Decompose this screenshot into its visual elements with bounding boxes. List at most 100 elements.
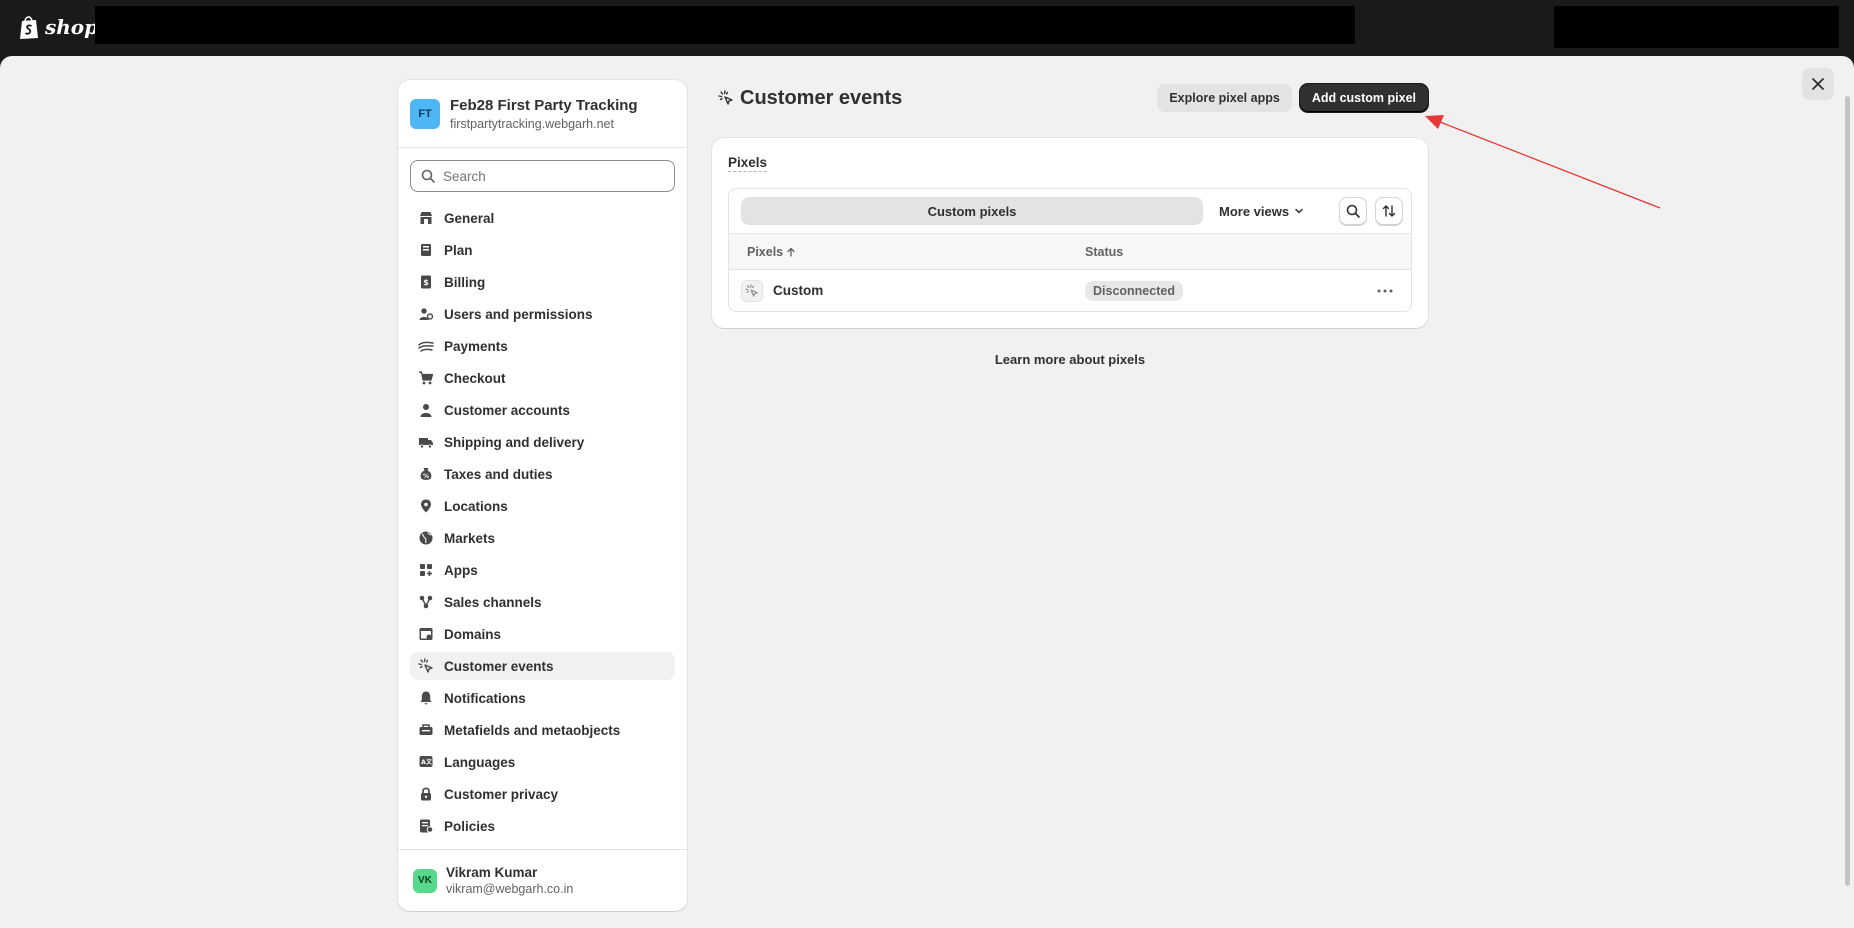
sidebar-item-users-and-permissions[interactable]: Users and permissions	[410, 300, 675, 328]
sidebar-item-apps[interactable]: Apps	[410, 556, 675, 584]
settings-search[interactable]	[410, 160, 675, 192]
sidebar-item-plan[interactable]: Plan	[410, 236, 675, 264]
sidebar-item-label: Shipping and delivery	[444, 434, 585, 450]
sidebar-item-billing[interactable]: $ Billing	[410, 268, 675, 296]
search-input[interactable]	[443, 168, 643, 184]
tax-icon: %	[418, 466, 434, 482]
sidebar-item-label: Payments	[444, 338, 508, 354]
sidebar-item-label: General	[444, 210, 495, 226]
store-icon	[418, 210, 434, 226]
svg-text:$: $	[423, 278, 429, 287]
sidebar-item-label: Taxes and duties	[444, 466, 553, 482]
sidebar-item-payments[interactable]: Payments	[410, 332, 675, 360]
add-custom-pixel-button[interactable]: Add custom pixel	[1299, 84, 1428, 112]
pixel-icon	[741, 279, 763, 302]
sidebar-item-customer-events[interactable]: Customer events	[410, 652, 675, 680]
globe-icon	[418, 530, 434, 546]
location-icon	[418, 498, 434, 514]
sidebar-item-label: Apps	[444, 562, 478, 578]
domain-icon	[418, 626, 434, 642]
sidebar-item-label: Users and permissions	[444, 306, 593, 322]
sidebar-item-locations[interactable]: Locations	[410, 492, 675, 520]
user-email: vikram@webgarh.co.in	[446, 882, 574, 896]
cart-icon	[418, 370, 434, 386]
arrow-up-icon	[787, 247, 795, 257]
svg-text:%: %	[423, 473, 429, 480]
sidebar-item-shipping-and-delivery[interactable]: Shipping and delivery	[410, 428, 675, 456]
metafields-icon	[418, 722, 434, 738]
sidebar-item-markets[interactable]: Markets	[410, 524, 675, 552]
table-header: Pixels Status	[729, 234, 1411, 270]
lock-icon	[418, 786, 434, 802]
sidebar-item-languages[interactable]: A 文 Languages	[410, 748, 675, 776]
settings-modal: FT Feb28 First Party Tracking firstparty…	[0, 56, 1854, 928]
table-actions	[1339, 197, 1403, 225]
top-bar: shopif	[0, 0, 1854, 56]
sidebar-item-general[interactable]: General	[410, 204, 675, 232]
table-row[interactable]: Custom Disconnected	[729, 270, 1411, 311]
sidebar-item-label: Metafields and metaobjects	[444, 722, 621, 738]
sidebar-item-label: Markets	[444, 530, 496, 546]
more-views-dropdown[interactable]: More views	[1211, 204, 1313, 219]
search-filter-button[interactable]	[1339, 197, 1367, 225]
sidebar-item-checkout[interactable]: Checkout	[410, 364, 675, 392]
close-button[interactable]	[1802, 68, 1834, 100]
languages-icon: A文	[418, 754, 434, 770]
views-bar: Custom pixels More views	[729, 189, 1411, 234]
avatar: VK	[413, 868, 437, 893]
sidebar-item-sales-channels[interactable]: Sales channels	[410, 588, 675, 616]
sidebar-item-label: Notifications	[444, 690, 526, 706]
store-switcher[interactable]: FT Feb28 First Party Tracking firstparty…	[398, 80, 687, 148]
store-name: Feb28 First Party Tracking	[450, 96, 638, 114]
sidebar-item-label: Plan	[444, 242, 473, 258]
sort-button[interactable]	[1375, 197, 1403, 225]
close-icon	[1812, 78, 1824, 90]
sidebar-item-customer-privacy[interactable]: Customer privacy	[410, 780, 675, 808]
sidebar-item-label: Languages	[444, 754, 516, 770]
sidebar-item-label: Billing	[444, 274, 486, 290]
billing-icon: $	[418, 274, 434, 290]
svg-text:文: 文	[425, 758, 433, 766]
row-actions-button[interactable]	[1373, 279, 1397, 303]
policies-icon	[418, 818, 434, 834]
column-header-pixels[interactable]: Pixels	[729, 245, 1085, 259]
more-horizontal-icon	[1377, 289, 1393, 292]
sidebar-item-notifications[interactable]: Notifications	[410, 684, 675, 712]
sidebar-item-label: Policies	[444, 818, 496, 834]
pixel-name[interactable]: Custom	[773, 283, 823, 298]
search-icon	[421, 169, 435, 183]
sidebar-item-policies[interactable]: Policies	[410, 812, 675, 840]
truck-icon	[418, 434, 434, 450]
page-title: Customer events	[718, 87, 902, 110]
page-header: Customer events Explore pixel apps Add c…	[718, 84, 1428, 112]
plan-icon	[418, 242, 434, 258]
payments-icon	[418, 338, 434, 354]
pixels-card-title: Pixels	[728, 155, 768, 172]
sidebar-item-taxes-and-duties[interactable]: % Taxes and duties	[410, 460, 675, 488]
sidebar-item-label: Locations	[444, 498, 508, 514]
pixels-card: Pixels Custom pixels More views Pixels S…	[712, 138, 1428, 328]
channels-icon	[418, 594, 434, 610]
explore-pixel-apps-button[interactable]: Explore pixel apps	[1157, 84, 1292, 112]
store-avatar: FT	[410, 98, 440, 129]
header-actions: Explore pixel apps Add custom pixel	[1157, 84, 1428, 112]
search-icon	[1346, 204, 1360, 218]
sidebar-item-domains[interactable]: Domains	[410, 620, 675, 648]
status-badge: Disconnected	[1085, 280, 1183, 301]
settings-sidebar: FT Feb28 First Party Tracking firstparty…	[398, 80, 687, 911]
sidebar-item-metafields-and-metaobjects[interactable]: Metafields and metaobjects	[410, 716, 675, 744]
redacted-search-bar	[95, 6, 1355, 44]
pixels-table: Custom pixels More views Pixels Status C…	[728, 188, 1412, 312]
sidebar-item-customer-accounts[interactable]: Customer accounts	[410, 396, 675, 424]
tab-custom-pixels[interactable]: Custom pixels	[741, 197, 1203, 225]
pixel-icon	[718, 90, 733, 105]
scrollbar[interactable]	[1845, 96, 1850, 886]
sidebar-item-label: Sales channels	[444, 594, 542, 610]
more-views-label: More views	[1219, 203, 1290, 219]
column-header-status: Status	[1085, 244, 1124, 259]
user-profile[interactable]: VK Vikram Kumar vikram@webgarh.co.in	[398, 849, 687, 911]
pixel-name-cell: Custom	[729, 279, 1085, 302]
sidebar-item-label: Customer accounts	[444, 402, 571, 418]
learn-more-link[interactable]: Learn more about pixels	[712, 352, 1428, 367]
column-header-pixels-label: Pixels	[747, 244, 784, 259]
